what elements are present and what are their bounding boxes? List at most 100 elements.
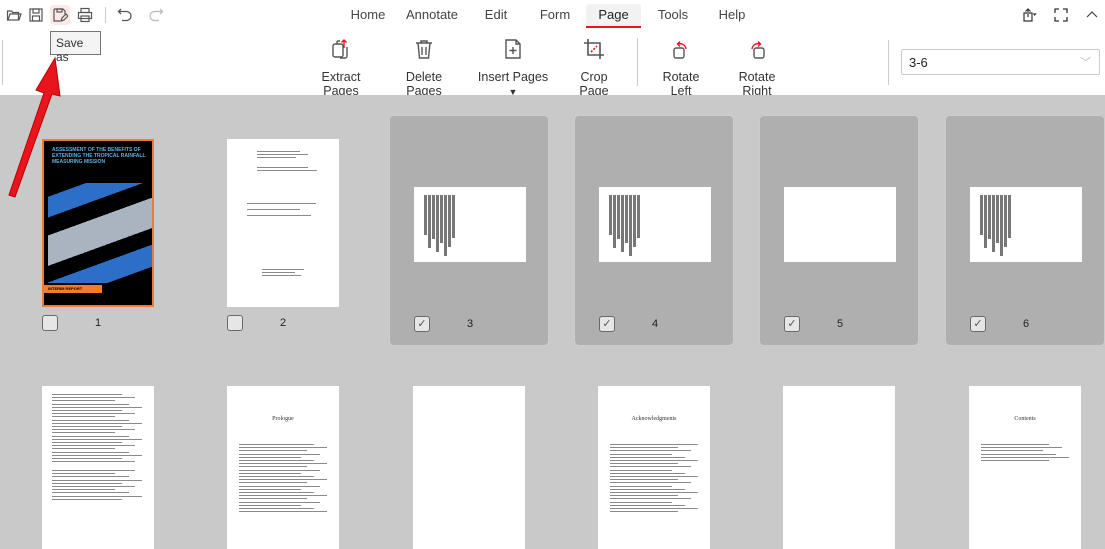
text-line bbox=[239, 501, 321, 503]
page-checkbox[interactable] bbox=[227, 315, 243, 331]
page-thumbnail[interactable] bbox=[599, 187, 711, 262]
redo-icon[interactable] bbox=[146, 5, 166, 25]
text-column bbox=[613, 195, 616, 248]
crop-page-button[interactable]: Crop Page bbox=[565, 38, 623, 98]
page-number: 2 bbox=[279, 317, 287, 329]
text-line bbox=[52, 489, 115, 491]
cover-badge: INTERIM REPORT bbox=[44, 285, 102, 293]
text-line bbox=[52, 498, 122, 500]
text-line bbox=[610, 450, 692, 452]
page-thumbnail[interactable] bbox=[783, 386, 895, 549]
text-line bbox=[239, 492, 314, 493]
extract-pages-button[interactable]: Extract Pages bbox=[304, 38, 378, 98]
text-line bbox=[610, 453, 672, 455]
text-line bbox=[610, 479, 679, 481]
page-checkbox[interactable]: ✓ bbox=[414, 316, 430, 332]
text-line bbox=[52, 479, 142, 481]
page-checkbox[interactable] bbox=[42, 315, 58, 331]
text-line bbox=[52, 451, 129, 453]
divider bbox=[888, 40, 889, 85]
page-thumbnail[interactable]: Acknowledgments bbox=[598, 386, 710, 549]
page-thumbnail[interactable] bbox=[413, 386, 525, 549]
tab-annotate[interactable]: Annotate bbox=[403, 4, 461, 28]
text-line bbox=[52, 458, 122, 459]
page-checkbox[interactable]: ✓ bbox=[970, 316, 986, 332]
page-card[interactable]: Prologue bbox=[203, 362, 363, 549]
page-number: 4 bbox=[651, 318, 659, 330]
page-thumbnail[interactable]: Contents bbox=[969, 386, 1081, 549]
text-line bbox=[257, 170, 317, 171]
page-thumbnail[interactable]: Prologue bbox=[227, 386, 339, 549]
page-heading: Acknowledgments bbox=[631, 416, 677, 422]
tab-help[interactable]: Help bbox=[714, 4, 750, 28]
page-card[interactable]: ✓ 6 bbox=[945, 115, 1105, 346]
page-thumbnail[interactable] bbox=[970, 187, 1082, 262]
share-icon[interactable] bbox=[1019, 5, 1039, 25]
tab-tools[interactable]: Tools bbox=[654, 4, 692, 28]
page-number: 6 bbox=[1022, 318, 1030, 330]
tab-home[interactable]: Home bbox=[346, 4, 390, 28]
page-thumbnail[interactable] bbox=[784, 187, 896, 262]
page-card[interactable] bbox=[18, 362, 178, 549]
delete-pages-label: Delete Pages bbox=[405, 70, 443, 98]
text-column bbox=[432, 195, 435, 239]
text-line bbox=[610, 463, 679, 465]
rotate-right-button[interactable]: Rotate Right bbox=[723, 38, 791, 98]
collapse-ribbon-icon[interactable] bbox=[1082, 5, 1102, 25]
text-line bbox=[610, 492, 698, 493]
text-column bbox=[621, 195, 624, 252]
text-line bbox=[52, 419, 129, 421]
page-card[interactable] bbox=[389, 362, 549, 549]
page-number: 3 bbox=[466, 318, 474, 330]
page-range-select[interactable]: 3-6 ﹀ bbox=[901, 49, 1100, 75]
text-line bbox=[610, 469, 672, 471]
text-line bbox=[262, 272, 295, 273]
page-card[interactable]: Acknowledgments bbox=[574, 362, 734, 549]
text-line bbox=[257, 157, 296, 158]
page-thumbnail[interactable] bbox=[42, 386, 154, 549]
text-column bbox=[436, 195, 439, 252]
tab-edit[interactable]: Edit bbox=[480, 4, 512, 28]
insert-pages-button[interactable]: Insert Pages ▼ bbox=[474, 38, 552, 98]
text-column bbox=[444, 195, 447, 256]
text-line bbox=[239, 472, 301, 474]
text-column bbox=[424, 195, 427, 235]
text-line bbox=[239, 460, 314, 461]
text-line bbox=[610, 476, 698, 477]
page-card[interactable]: Contents bbox=[945, 362, 1105, 549]
text-line bbox=[239, 504, 301, 506]
text-line bbox=[610, 495, 679, 497]
text-line bbox=[257, 154, 308, 155]
rotate-left-label: Rotate Left bbox=[662, 70, 700, 98]
page-card[interactable]: ✓ 5 bbox=[759, 115, 919, 346]
page-card[interactable]: ✓ 3 bbox=[389, 115, 549, 346]
page-card[interactable]: ✓ 4 bbox=[574, 115, 734, 346]
divider bbox=[637, 38, 638, 86]
text-column bbox=[629, 195, 632, 256]
text-line bbox=[610, 460, 698, 461]
fullscreen-icon[interactable] bbox=[1051, 5, 1071, 25]
insert-page-icon bbox=[505, 39, 521, 59]
text-column bbox=[1008, 195, 1011, 238]
text-line bbox=[239, 485, 321, 487]
trash-icon bbox=[416, 40, 432, 59]
tab-page[interactable]: Page bbox=[586, 4, 641, 28]
delete-pages-button[interactable]: Delete Pages bbox=[388, 38, 460, 98]
page-thumbnail[interactable] bbox=[414, 187, 526, 262]
page-thumbnail[interactable] bbox=[227, 139, 339, 307]
text-line bbox=[52, 495, 142, 497]
text-line bbox=[610, 511, 679, 513]
page-card[interactable]: 2 bbox=[203, 115, 363, 346]
page-card[interactable] bbox=[759, 362, 919, 549]
tab-form[interactable]: Form bbox=[536, 4, 574, 28]
page-checkbox[interactable]: ✓ bbox=[784, 316, 800, 332]
page-checkbox[interactable]: ✓ bbox=[599, 316, 615, 332]
text-line bbox=[981, 453, 1056, 455]
text-line bbox=[52, 400, 115, 402]
text-column bbox=[617, 195, 620, 239]
text-column bbox=[637, 195, 640, 238]
text-line bbox=[981, 460, 1050, 461]
text-line bbox=[52, 438, 142, 440]
extract-pages-icon bbox=[332, 39, 348, 59]
rotate-left-button[interactable]: Rotate Left bbox=[651, 38, 711, 98]
